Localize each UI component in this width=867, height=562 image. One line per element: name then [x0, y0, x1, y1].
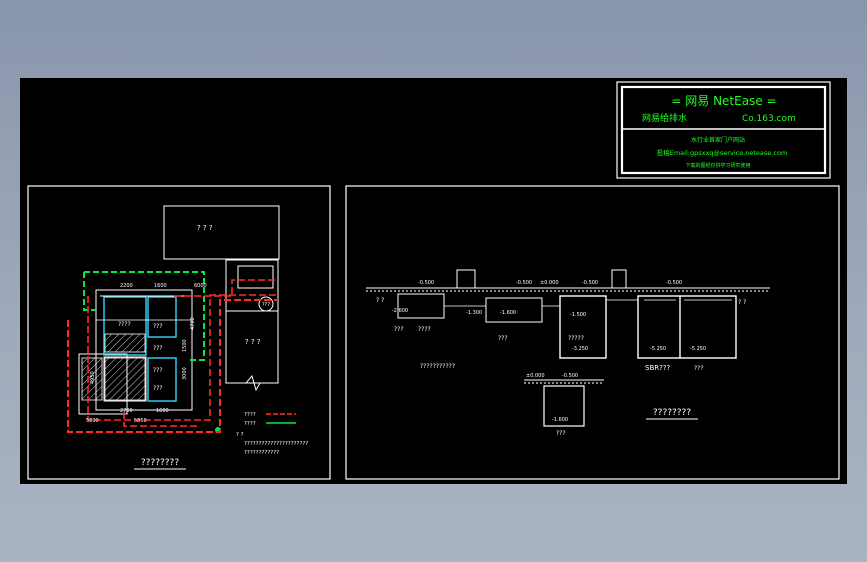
section-level-1: -2.600 — [392, 308, 408, 314]
dim-bottom-1: 5800 — [86, 418, 99, 424]
plan-note-1: ? ? — [236, 432, 244, 438]
bottom-elev-1: ±0.000 — [526, 373, 545, 379]
legend-item-red: ???? — [244, 412, 256, 418]
dim-top-3: 6000 — [194, 283, 207, 289]
dim-side-2: 1500 — [182, 339, 188, 352]
plan-room-2: ??? — [153, 323, 163, 330]
cad-drawing: = 网易 NetEase = 网易给排水 Co.163.com 水行业首家门户网… — [27, 81, 840, 480]
plan-note-3: ???????????? — [244, 450, 279, 456]
tank-label-5: SBR??? — [645, 364, 671, 372]
right-section: -0.500 -0.500 ±0.000 -0.500 -0.500 -2.60… — [345, 185, 840, 480]
dim-bottom-4: 1600 — [156, 408, 169, 414]
section-elev-4: -0.500 — [582, 280, 598, 286]
left-plan: ? ? ? ? ? ? ??? ???? ??? ??? ??? ??? 220… — [27, 185, 331, 480]
plan-circle-label: ??? — [262, 302, 270, 308]
title-block-right-label: Co.163.com — [742, 114, 796, 124]
section-elev-3: ±0.000 — [540, 280, 559, 286]
plan-room-3: ??? — [153, 367, 163, 374]
dim-side-1: 4700 — [190, 317, 196, 330]
title-block-subtitle: 水行业首家门户网站 — [691, 136, 745, 144]
section-level-2: -1.300 — [466, 310, 482, 316]
tank-label-6: ??? — [694, 365, 704, 372]
tank-label-1: ??? — [394, 326, 404, 333]
title-block-left-label: 网易给排水 — [642, 112, 687, 124]
tank-label-4: ????? — [568, 335, 584, 342]
section-sub-title: ??????????? — [420, 363, 455, 370]
title-block: = 网易 NetEase = 网易给排水 Co.163.com 水行业首家门户网… — [616, 81, 831, 179]
right-section-title: ???????? — [653, 408, 691, 418]
dim-top-1: 2200 — [120, 283, 133, 289]
dim-side-4: 3000 — [182, 367, 188, 380]
plan-note-2: ?????????????????????? — [244, 441, 308, 447]
title-block-note: 下载的图纸仅供学习研究使用 — [685, 162, 750, 169]
section-level-7: -5.250 — [690, 346, 706, 352]
plan-room-1: ???? — [118, 321, 131, 328]
dim-bottom-2: 2700 — [120, 408, 133, 414]
bottom-elev-3: -1.600 — [552, 417, 568, 423]
bottom-label: ??? — [556, 430, 566, 437]
dim-bottom-3: 5850 — [134, 418, 147, 424]
title-block-email: 投稿Email:gpsxxq@service.netease.com — [657, 148, 788, 157]
left-plan-title: ???????? — [141, 458, 179, 468]
plan-right-box-label: ? ? ? — [245, 338, 261, 346]
section-level-6: -5.250 — [650, 346, 666, 352]
section-elev-1: -0.500 — [418, 280, 434, 286]
bottom-elev-2: -0.500 — [562, 373, 578, 379]
dim-side-3: 4950 — [90, 371, 96, 384]
section-elev-2: -0.500 — [516, 280, 532, 286]
section-side-mark-left: ? ? — [376, 297, 384, 304]
plan-legend: ???? ???? — [244, 412, 296, 427]
section-elev-5: -0.500 — [666, 280, 682, 286]
tank-label-2: ???? — [418, 326, 431, 333]
dim-top-2: 1600 — [154, 283, 167, 289]
section-level-4: -1.500 — [570, 312, 586, 318]
section-level-3: -1.600 — [500, 310, 516, 316]
section-level-5: -3.250 — [572, 346, 588, 352]
legend-item-green: ???? — [244, 421, 256, 427]
plan-room-4: ??? — [153, 385, 163, 392]
section-side-mark-right: ? ? — [738, 299, 746, 306]
plan-room-5: ??? — [153, 345, 163, 352]
plan-top-box-label: ? ? ? — [197, 224, 213, 232]
title-block-line1: = 网易 NetEase = — [671, 94, 776, 108]
tank-label-3: ??? — [498, 335, 508, 342]
